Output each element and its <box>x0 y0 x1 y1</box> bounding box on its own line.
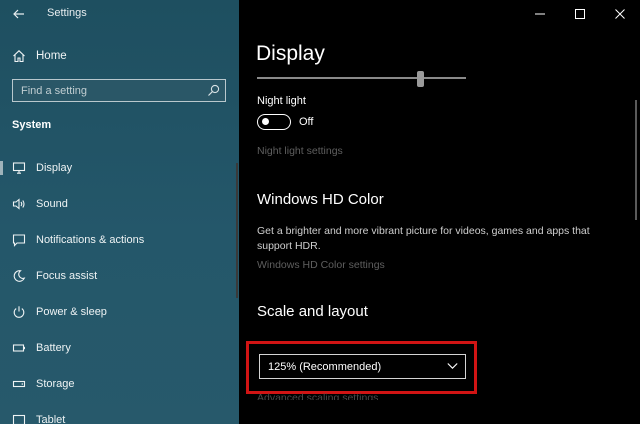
sidebar-item-label: Storage <box>36 378 75 390</box>
night-light-settings-link[interactable]: Night light settings <box>257 145 343 157</box>
brightness-slider-thumb[interactable] <box>417 71 424 87</box>
section-title: System <box>12 119 52 131</box>
sidebar-scrollbar[interactable] <box>236 163 238 298</box>
advanced-scaling-link[interactable]: Advanced scaling settings <box>257 392 378 400</box>
main-panel: Display Night light Off Night light sett… <box>236 0 640 424</box>
sidebar-item-display[interactable]: Display <box>0 150 239 186</box>
sidebar-item-label: Battery <box>36 342 71 354</box>
search-icon[interactable] <box>207 84 220 97</box>
close-icon <box>615 9 625 19</box>
back-button[interactable] <box>11 6 27 22</box>
search-input[interactable] <box>21 84 201 97</box>
nav-home[interactable]: Home <box>12 47 67 65</box>
battery-icon <box>12 341 26 355</box>
scale-dropdown-value: 125% (Recommended) <box>268 360 382 373</box>
main-scrollbar[interactable] <box>635 100 637 220</box>
scale-dropdown[interactable]: 125% (Recommended) <box>259 354 466 379</box>
maximize-icon <box>575 9 585 19</box>
speaker-icon <box>12 197 26 211</box>
close-button[interactable] <box>600 0 640 28</box>
sidebar-item-label: Sound <box>36 198 68 210</box>
title-bar-left: Settings <box>0 0 239 28</box>
sidebar-item-storage[interactable]: Storage <box>0 366 239 402</box>
scale-layout-heading: Scale and layout <box>257 303 368 320</box>
app-title: Settings <box>47 7 87 19</box>
sidebar-item-power-sleep[interactable]: Power & sleep <box>0 294 239 330</box>
sidebar-item-label: Tablet <box>36 414 66 424</box>
nav-home-label: Home <box>36 50 67 62</box>
night-light-state: Off <box>299 116 314 128</box>
hd-color-description: Get a brighter and more vibrant picture … <box>257 225 590 252</box>
nav-list: Display Sound Notifications & actions Fo… <box>0 150 239 424</box>
notification-icon <box>12 233 26 247</box>
sidebar-item-sound[interactable]: Sound <box>0 186 239 222</box>
minimize-button[interactable] <box>520 0 560 28</box>
power-icon <box>12 305 26 319</box>
night-light-toggle[interactable] <box>257 114 291 130</box>
chevron-down-icon <box>447 363 458 369</box>
hd-color-settings-link[interactable]: Windows HD Color settings <box>257 259 385 271</box>
sidebar-item-focus-assist[interactable]: Focus assist <box>0 258 239 294</box>
sidebar: Settings Home System Display Sound <box>0 0 239 424</box>
tablet-icon <box>12 413 26 424</box>
sidebar-item-label: Notifications & actions <box>36 234 145 246</box>
sidebar-item-notifications[interactable]: Notifications & actions <box>0 222 239 258</box>
window-controls <box>520 0 640 28</box>
sidebar-item-label: Display <box>36 162 73 174</box>
minimize-icon <box>535 13 545 15</box>
hd-color-heading: Windows HD Color <box>257 191 384 208</box>
brightness-slider-track[interactable] <box>257 77 466 79</box>
sidebar-item-tablet[interactable]: Tablet <box>0 402 239 424</box>
maximize-button[interactable] <box>560 0 600 28</box>
moon-icon <box>12 269 26 283</box>
monitor-icon <box>12 161 26 175</box>
home-icon <box>13 50 25 63</box>
sidebar-item-label: Power & sleep <box>36 306 107 318</box>
sidebar-item-label: Focus assist <box>36 270 98 282</box>
toggle-knob <box>262 118 269 125</box>
night-light-label: Night light <box>257 95 306 107</box>
sidebar-item-battery[interactable]: Battery <box>0 330 239 366</box>
back-arrow-icon <box>13 9 24 19</box>
page-title: Display <box>256 42 325 65</box>
search-box[interactable] <box>12 79 226 102</box>
storage-icon <box>12 377 26 391</box>
